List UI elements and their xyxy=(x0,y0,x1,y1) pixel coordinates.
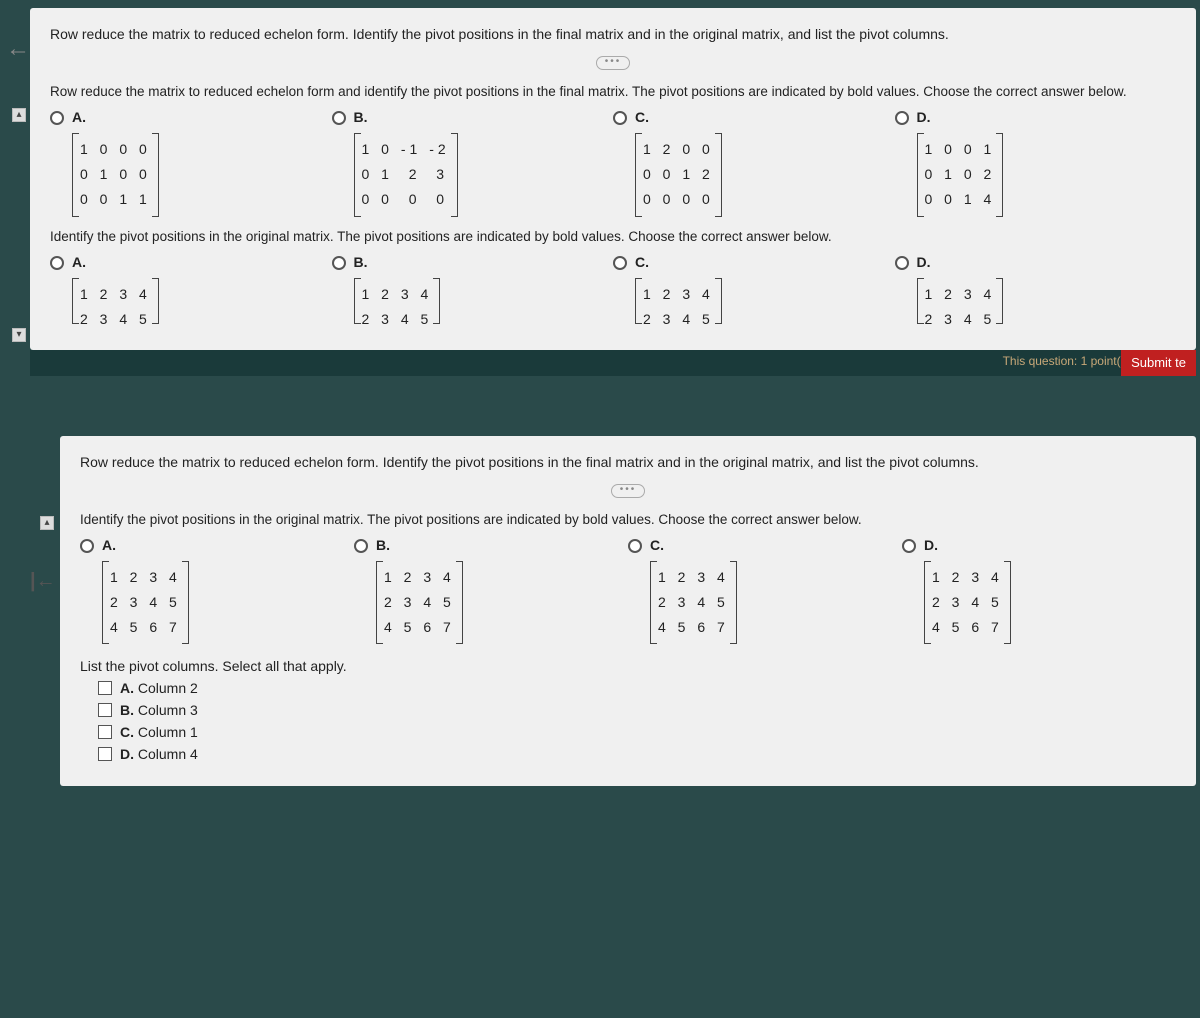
radio-a[interactable] xyxy=(50,111,64,125)
option-label: A. xyxy=(102,537,189,553)
option-label: A. xyxy=(72,254,159,270)
scroll-up-icon[interactable]: ▴ xyxy=(12,108,26,122)
question-text: Row reduce the matrix to reduced echelon… xyxy=(50,26,1176,42)
checkbox-c[interactable] xyxy=(98,725,112,739)
option-a2: A. 1 2 3 4 2 3 4 5 xyxy=(50,254,332,324)
option-d: D. 1 0 0 1 0 1 0 2 0 0 1 4 xyxy=(895,109,1177,217)
radio-b2[interactable] xyxy=(332,256,346,270)
check-label: C. Column 1 xyxy=(120,724,198,740)
radio-d3[interactable] xyxy=(902,539,916,553)
option-label: C. xyxy=(635,109,722,125)
option-c: C. 1 2 0 0 0 0 1 2 0 0 0 0 xyxy=(613,109,895,217)
option-label: B. xyxy=(354,254,441,270)
ellipsis-icon-2[interactable]: ••• xyxy=(611,484,645,498)
options-row-3: A. 1 2 3 4 2 3 4 5 4 5 6 7 B. 1 2 3 4 2 … xyxy=(80,537,1176,645)
back-arrow-icon[interactable]: ← xyxy=(6,35,30,63)
ellipsis-icon[interactable]: ••• xyxy=(596,56,630,70)
matrix-b3: 1 2 3 4 2 3 4 5 4 5 6 7 xyxy=(376,561,463,645)
radio-c[interactable] xyxy=(613,111,627,125)
submit-button[interactable]: Submit te xyxy=(1121,350,1196,376)
option-b2: B. 1 2 3 4 2 3 4 5 xyxy=(332,254,614,324)
option-label: D. xyxy=(917,254,1004,270)
checkbox-b[interactable] xyxy=(98,703,112,717)
option-label: A. xyxy=(72,109,159,125)
matrix-d: 1 0 0 1 0 1 0 2 0 0 1 4 xyxy=(917,133,1004,217)
radio-c2[interactable] xyxy=(613,256,627,270)
status-strip: This question: 1 point(s) possible Submi… xyxy=(30,350,1196,376)
options-row-2: A. 1 2 3 4 2 3 4 5 B. 1 2 3 4 2 3 4 5 C. xyxy=(50,254,1176,324)
matrix-d2: 1 2 3 4 2 3 4 5 xyxy=(917,278,1004,324)
option-label: B. xyxy=(376,537,463,553)
option-d2: D. 1 2 3 4 2 3 4 5 xyxy=(895,254,1177,324)
question-text-2: Row reduce the matrix to reduced echelon… xyxy=(80,454,1176,470)
radio-d[interactable] xyxy=(895,111,909,125)
matrix-a3: 1 2 3 4 2 3 4 5 4 5 6 7 xyxy=(102,561,189,645)
matrix-c3: 1 2 3 4 2 3 4 5 4 5 6 7 xyxy=(650,561,737,645)
option-label: D. xyxy=(924,537,1011,553)
radio-c3[interactable] xyxy=(628,539,642,553)
matrix-c: 1 2 0 0 0 0 1 2 0 0 0 0 xyxy=(635,133,722,217)
options-row-1: A. 1 0 0 0 0 1 0 0 0 0 1 1 B. 1 0 -1 -2 … xyxy=(50,109,1176,217)
sub-question-1: Row reduce the matrix to reduced echelon… xyxy=(50,84,1176,99)
collapse-arrow-icon[interactable]: |← xyxy=(30,570,56,593)
checkbox-a[interactable] xyxy=(98,681,112,695)
radio-b[interactable] xyxy=(332,111,346,125)
option-label: D. xyxy=(917,109,1004,125)
scroll-up-icon-2[interactable]: ▴ xyxy=(40,516,54,530)
matrix-b2: 1 2 3 4 2 3 4 5 xyxy=(354,278,441,324)
check-row-a: A. Column 2 xyxy=(98,680,1176,696)
option-label: C. xyxy=(650,537,737,553)
check-label: B. Column 3 xyxy=(120,702,198,718)
matrix-b: 1 0 -1 -2 0 1 2 3 0 0 0 0 xyxy=(354,133,458,217)
check-label: A. Column 2 xyxy=(120,680,198,696)
matrix-d3: 1 2 3 4 2 3 4 5 4 5 6 7 xyxy=(924,561,1011,645)
pivot-columns-question: List the pivot columns. Select all that … xyxy=(80,658,1176,674)
sub-question-2: Identify the pivot positions in the orig… xyxy=(50,229,1176,244)
check-row-d: D. Column 4 xyxy=(98,746,1176,762)
question-panel-top: ▴ ▾ Row reduce the matrix to reduced ech… xyxy=(30,8,1196,350)
radio-d2[interactable] xyxy=(895,256,909,270)
option-c2: C. 1 2 3 4 2 3 4 5 xyxy=(613,254,895,324)
question-panel-bottom: ▴ Row reduce the matrix to reduced echel… xyxy=(60,436,1196,787)
option-c3: C. 1 2 3 4 2 3 4 5 4 5 6 7 xyxy=(628,537,902,645)
check-row-c: C. Column 1 xyxy=(98,724,1176,740)
matrix-a2: 1 2 3 4 2 3 4 5 xyxy=(72,278,159,324)
radio-b3[interactable] xyxy=(354,539,368,553)
scroll-down-icon[interactable]: ▾ xyxy=(12,328,26,342)
option-b: B. 1 0 -1 -2 0 1 2 3 0 0 0 0 xyxy=(332,109,614,217)
option-a: A. 1 0 0 0 0 1 0 0 0 0 1 1 xyxy=(50,109,332,217)
checkbox-d[interactable] xyxy=(98,747,112,761)
option-a3: A. 1 2 3 4 2 3 4 5 4 5 6 7 xyxy=(80,537,354,645)
radio-a2[interactable] xyxy=(50,256,64,270)
radio-a3[interactable] xyxy=(80,539,94,553)
option-label: C. xyxy=(635,254,722,270)
option-d3: D. 1 2 3 4 2 3 4 5 4 5 6 7 xyxy=(902,537,1176,645)
option-label: B. xyxy=(354,109,458,125)
matrix-a: 1 0 0 0 0 1 0 0 0 0 1 1 xyxy=(72,133,159,217)
matrix-c2: 1 2 3 4 2 3 4 5 xyxy=(635,278,722,324)
option-b3: B. 1 2 3 4 2 3 4 5 4 5 6 7 xyxy=(354,537,628,645)
check-label: D. Column 4 xyxy=(120,746,198,762)
check-row-b: B. Column 3 xyxy=(98,702,1176,718)
sub-question-3: Identify the pivot positions in the orig… xyxy=(80,512,1176,527)
